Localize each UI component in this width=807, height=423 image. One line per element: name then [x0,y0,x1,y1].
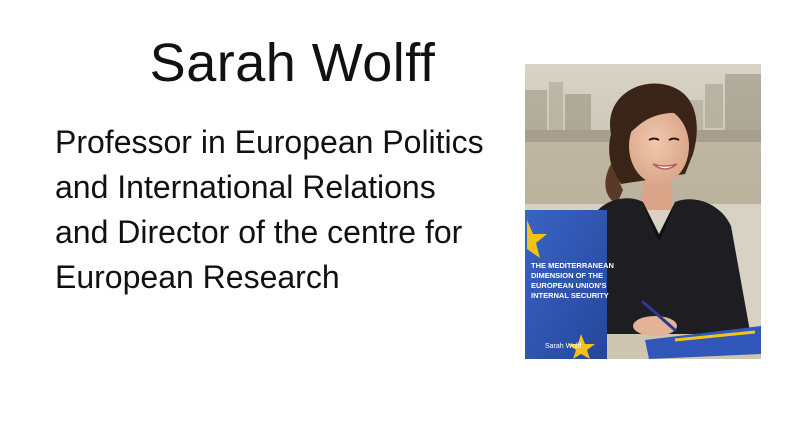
book-title-line: THE MEDITERRANEAN [531,261,614,270]
book-title: THE MEDITERRANEAN DIMENSION OF THE EUROP… [531,261,614,300]
book-author: Sarah Wolff [545,343,581,350]
portrait-photo: THE MEDITERRANEAN DIMENSION OF THE EUROP… [525,64,761,359]
book-title-line: DIMENSION OF THE [531,271,603,280]
page-title: Sarah Wolff [149,33,436,93]
book-title-line: EUROPEAN UNION'S [531,281,607,290]
portrait-illustration: THE MEDITERRANEAN DIMENSION OF THE EUROP… [525,64,761,359]
book-title-line: INTERNAL SECURITY [531,291,609,300]
slide: Sarah Wolff Professor in European Politi… [0,0,807,423]
bio-text: Professor in European Politics and Inter… [55,124,484,295]
